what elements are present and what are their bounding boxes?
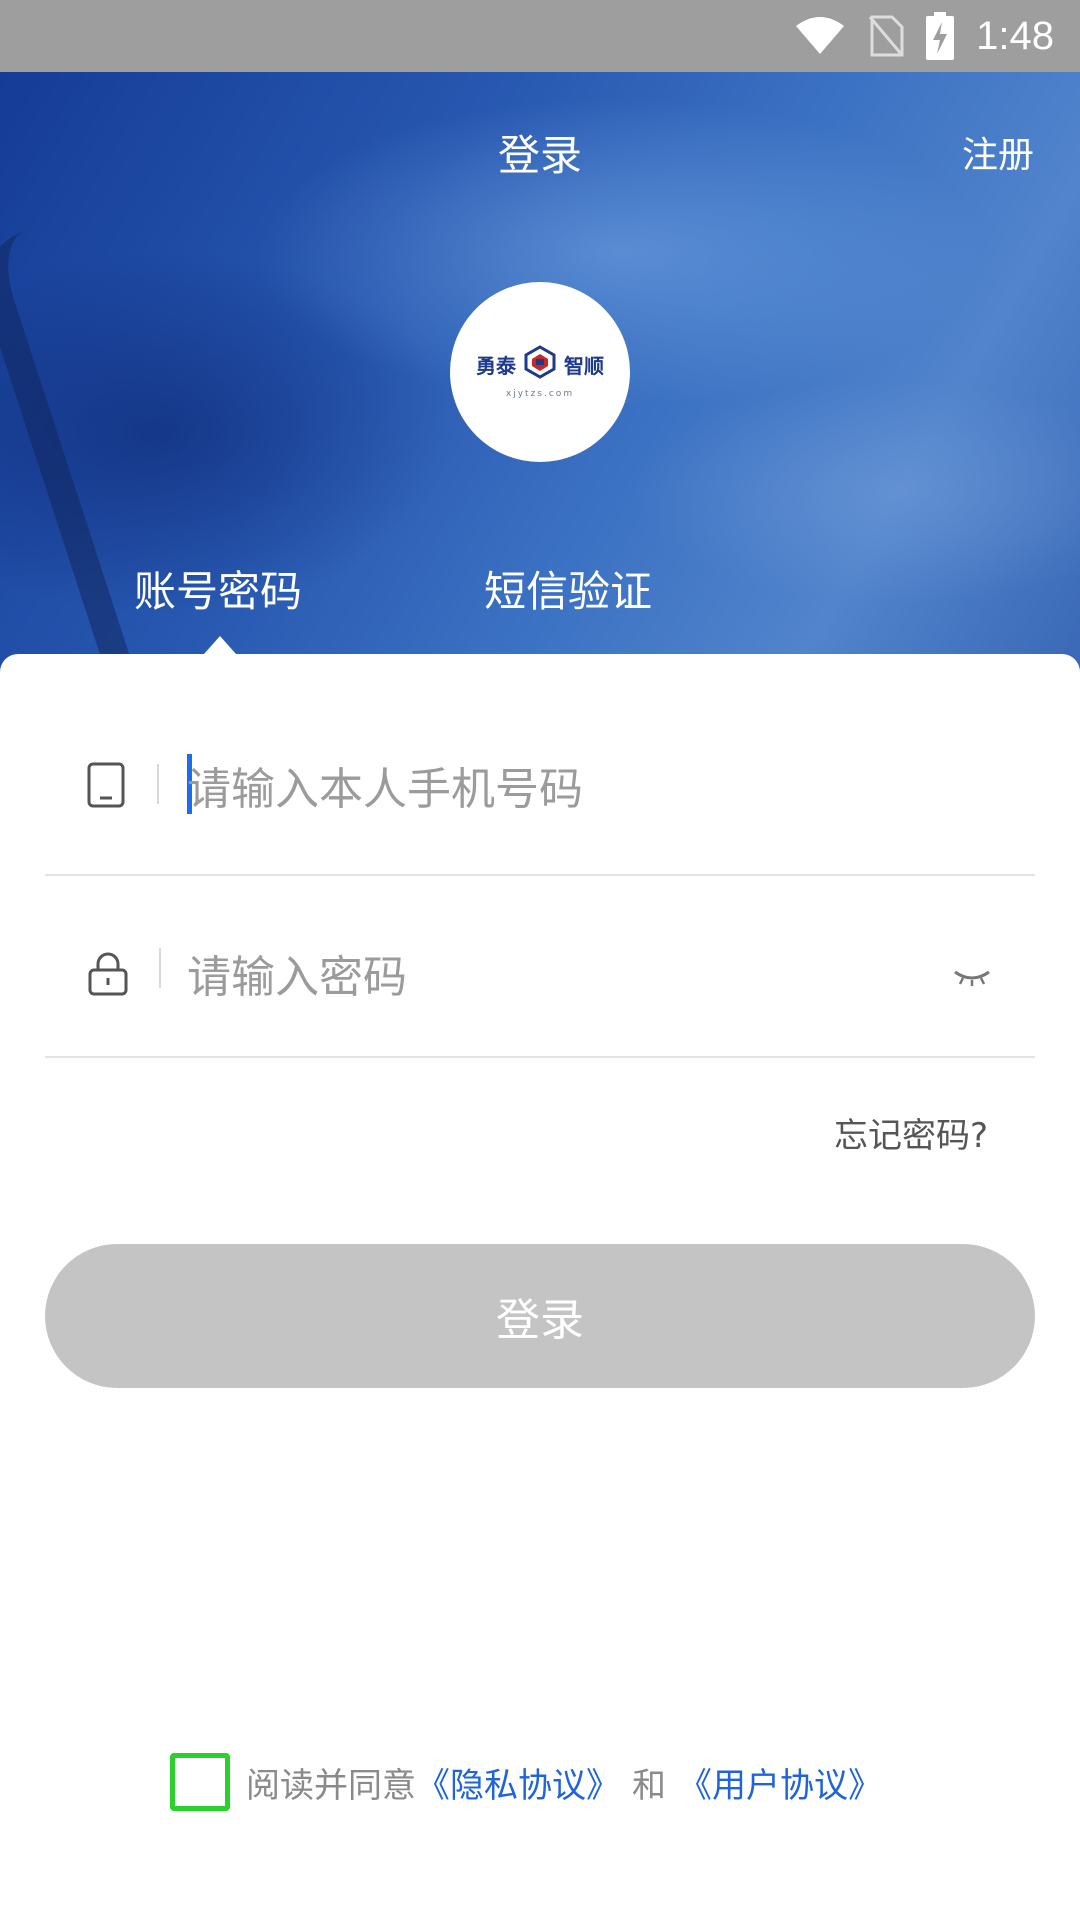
agree-prefix: 阅读并同意: [246, 1765, 416, 1806]
battery-charging-icon: [926, 12, 955, 60]
tab-account-password[interactable]: 账号密码: [134, 558, 302, 619]
active-tab-indicator: [204, 636, 236, 654]
no-sim-icon: [868, 15, 904, 57]
password-input[interactable]: [187, 942, 907, 1012]
privacy-policy-link[interactable]: 《隐私协议》: [416, 1758, 620, 1807]
login-button[interactable]: 登录: [45, 1244, 1035, 1388]
page-title: 登录: [497, 131, 582, 180]
password-separator: [159, 948, 161, 988]
logo-emblem-icon: [522, 345, 558, 383]
agree-and-text: 和: [632, 1765, 666, 1806]
phone-field: [45, 724, 1035, 876]
wifi-icon: [794, 16, 846, 56]
logo-subtitle: xjytzs.com: [505, 389, 575, 399]
lock-icon: [87, 952, 129, 1000]
eye-closed-icon[interactable]: [953, 968, 991, 992]
status-bar: 1:48: [0, 0, 1080, 72]
password-field: [45, 910, 1035, 1058]
logo-left-text: 勇泰: [476, 353, 516, 378]
forgot-password-link[interactable]: 忘记密码?: [834, 1108, 988, 1157]
agree-checkbox[interactable]: [170, 1753, 230, 1811]
agreement-row: 阅读并同意 《隐私协议》 和 《用户协议》: [170, 1752, 882, 1812]
phone-separator: [157, 764, 159, 804]
user-agreement-link[interactable]: 《用户协议》: [678, 1758, 882, 1807]
phone-input[interactable]: [187, 754, 907, 824]
register-link[interactable]: 注册: [962, 126, 1034, 178]
logo-right-text: 智顺: [564, 353, 604, 378]
tab-sms-verify[interactable]: 短信验证: [484, 558, 652, 619]
status-time: 1:48: [976, 13, 1054, 58]
phone-icon: [87, 762, 125, 812]
app-logo: 勇泰 智顺 xjytzs.com: [450, 282, 630, 462]
